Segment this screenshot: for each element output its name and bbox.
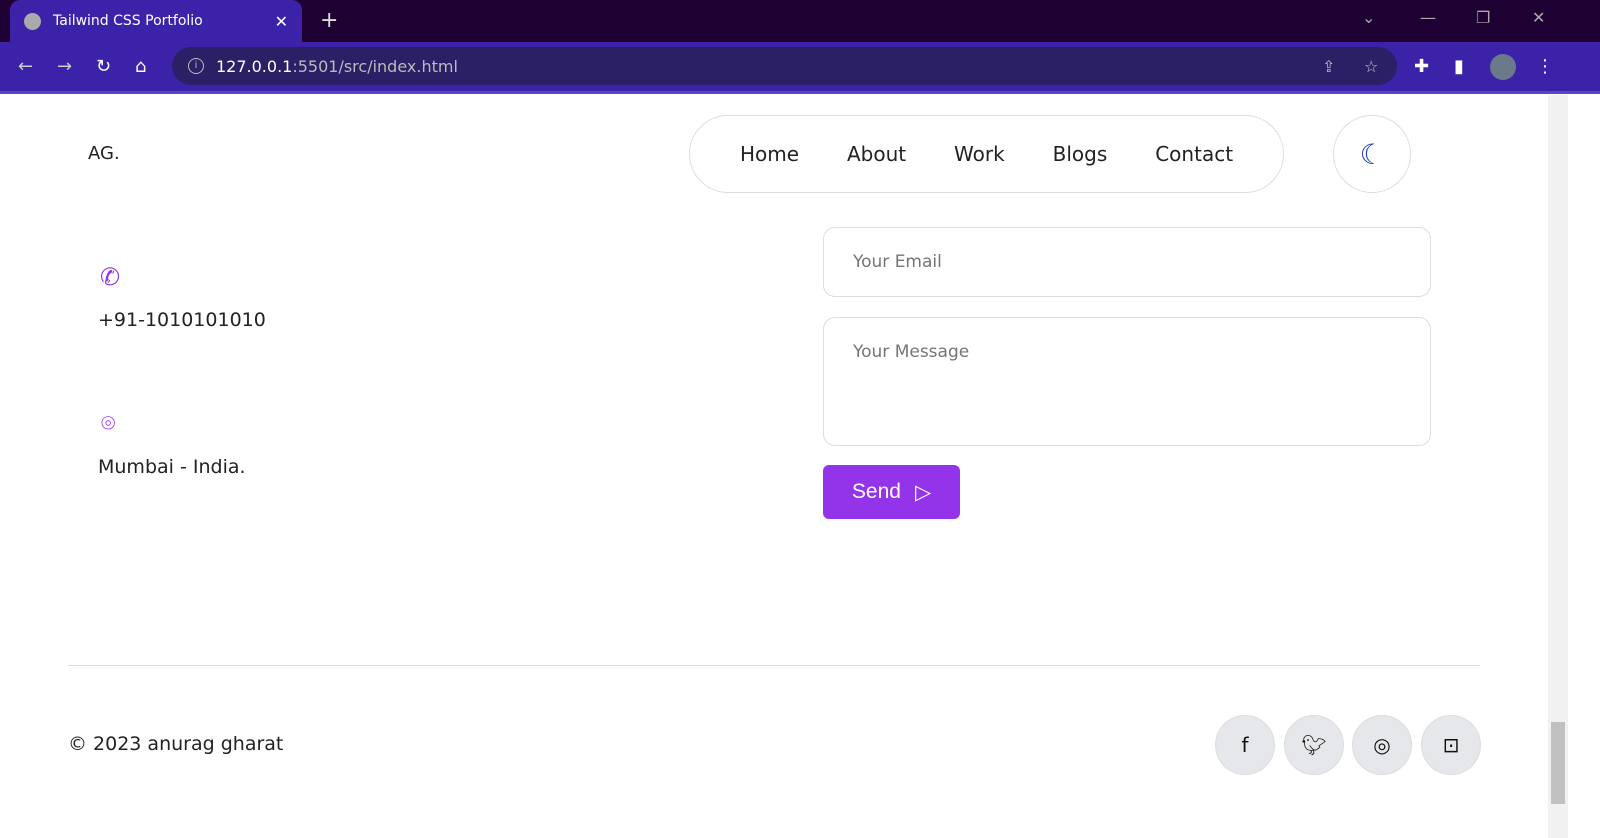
home-icon[interactable]: ⌂ — [135, 56, 146, 77]
share-icon[interactable]: ⇪ — [1322, 57, 1335, 76]
location-pin-icon: ⌾ — [101, 409, 116, 437]
address-bar[interactable]: i 127.0.0.1:5501/src/index.html ⇪ ☆ — [172, 47, 1397, 85]
info-icon[interactable]: i — [188, 58, 204, 74]
email-input[interactable] — [823, 227, 1431, 297]
back-icon[interactable]: ← — [18, 56, 33, 77]
close-window-button[interactable]: ✕ — [1532, 8, 1545, 27]
logo[interactable]: AG. — [88, 143, 120, 164]
instagram-button[interactable]: ◎ — [1352, 715, 1412, 775]
tab-search-icon[interactable]: ⌄ — [1362, 8, 1375, 27]
youtube-button[interactable]: ⊡ — [1421, 715, 1481, 775]
restore-button[interactable]: ❐ — [1476, 8, 1490, 27]
nav-about[interactable]: About — [847, 142, 906, 166]
main-nav: Home About Work Blogs Contact — [689, 115, 1284, 193]
facebook-button[interactable]: f — [1215, 715, 1275, 775]
phone-icon: ✆ — [100, 263, 121, 291]
send-button[interactable]: Send ▷ — [823, 465, 960, 519]
minimize-button[interactable]: — — [1420, 8, 1436, 27]
nav-blogs[interactable]: Blogs — [1053, 142, 1108, 166]
browser-toolbar: ← → ↻ ⌂ i 127.0.0.1:5501/src/index.html … — [0, 42, 1600, 94]
send-icon: ▷ — [914, 480, 932, 504]
twitter-button[interactable]: 🐦︎ — [1284, 715, 1344, 775]
facebook-icon: f — [1241, 733, 1249, 757]
phone-number: +91-1010101010 — [98, 309, 266, 331]
globe-icon — [24, 12, 41, 30]
title-bar: Tailwind CSS Portfolio ✕ + ⌄ — ❐ ✕ — [0, 0, 1600, 42]
profile-avatar[interactable] — [1490, 54, 1516, 80]
scrollbar-thumb[interactable] — [1551, 722, 1565, 804]
send-label: Send — [851, 480, 901, 503]
new-tab-button[interactable]: + — [320, 8, 338, 33]
close-tab-icon[interactable]: ✕ — [275, 12, 288, 31]
nav-home[interactable]: Home — [740, 142, 799, 166]
menu-icon[interactable]: ⋮ — [1536, 56, 1554, 77]
url-path: :5501/src/index.html — [292, 56, 458, 76]
nav-work[interactable]: Work — [954, 142, 1005, 166]
star-icon[interactable]: ☆ — [1364, 57, 1378, 76]
instagram-icon: ◎ — [1373, 733, 1391, 757]
nav-contact[interactable]: Contact — [1155, 142, 1233, 166]
side-panel-icon[interactable]: ▮ — [1454, 56, 1464, 77]
message-textarea[interactable] — [823, 317, 1431, 446]
twitter-icon: 🐦︎ — [1301, 733, 1327, 757]
tab-title: Tailwind CSS Portfolio — [53, 13, 203, 29]
location-text: Mumbai - India. — [98, 456, 246, 478]
page-content: AG. Home About Work Blogs Contact ☾ ✆ +9… — [0, 95, 1548, 838]
copyright: © 2023 anurag gharat — [68, 733, 284, 755]
footer-divider — [68, 665, 1480, 666]
browser-tab[interactable]: Tailwind CSS Portfolio ✕ — [10, 0, 302, 42]
extensions-icon[interactable]: ✚ — [1414, 56, 1429, 77]
dark-mode-toggle[interactable]: ☾ — [1333, 115, 1411, 193]
forward-icon[interactable]: → — [57, 56, 72, 77]
reload-icon[interactable]: ↻ — [96, 56, 111, 77]
moon-icon: ☾ — [1359, 137, 1385, 171]
url-host: 127.0.0.1 — [216, 56, 293, 76]
youtube-icon: ⊡ — [1442, 733, 1460, 757]
scrollbar[interactable] — [1548, 95, 1568, 838]
